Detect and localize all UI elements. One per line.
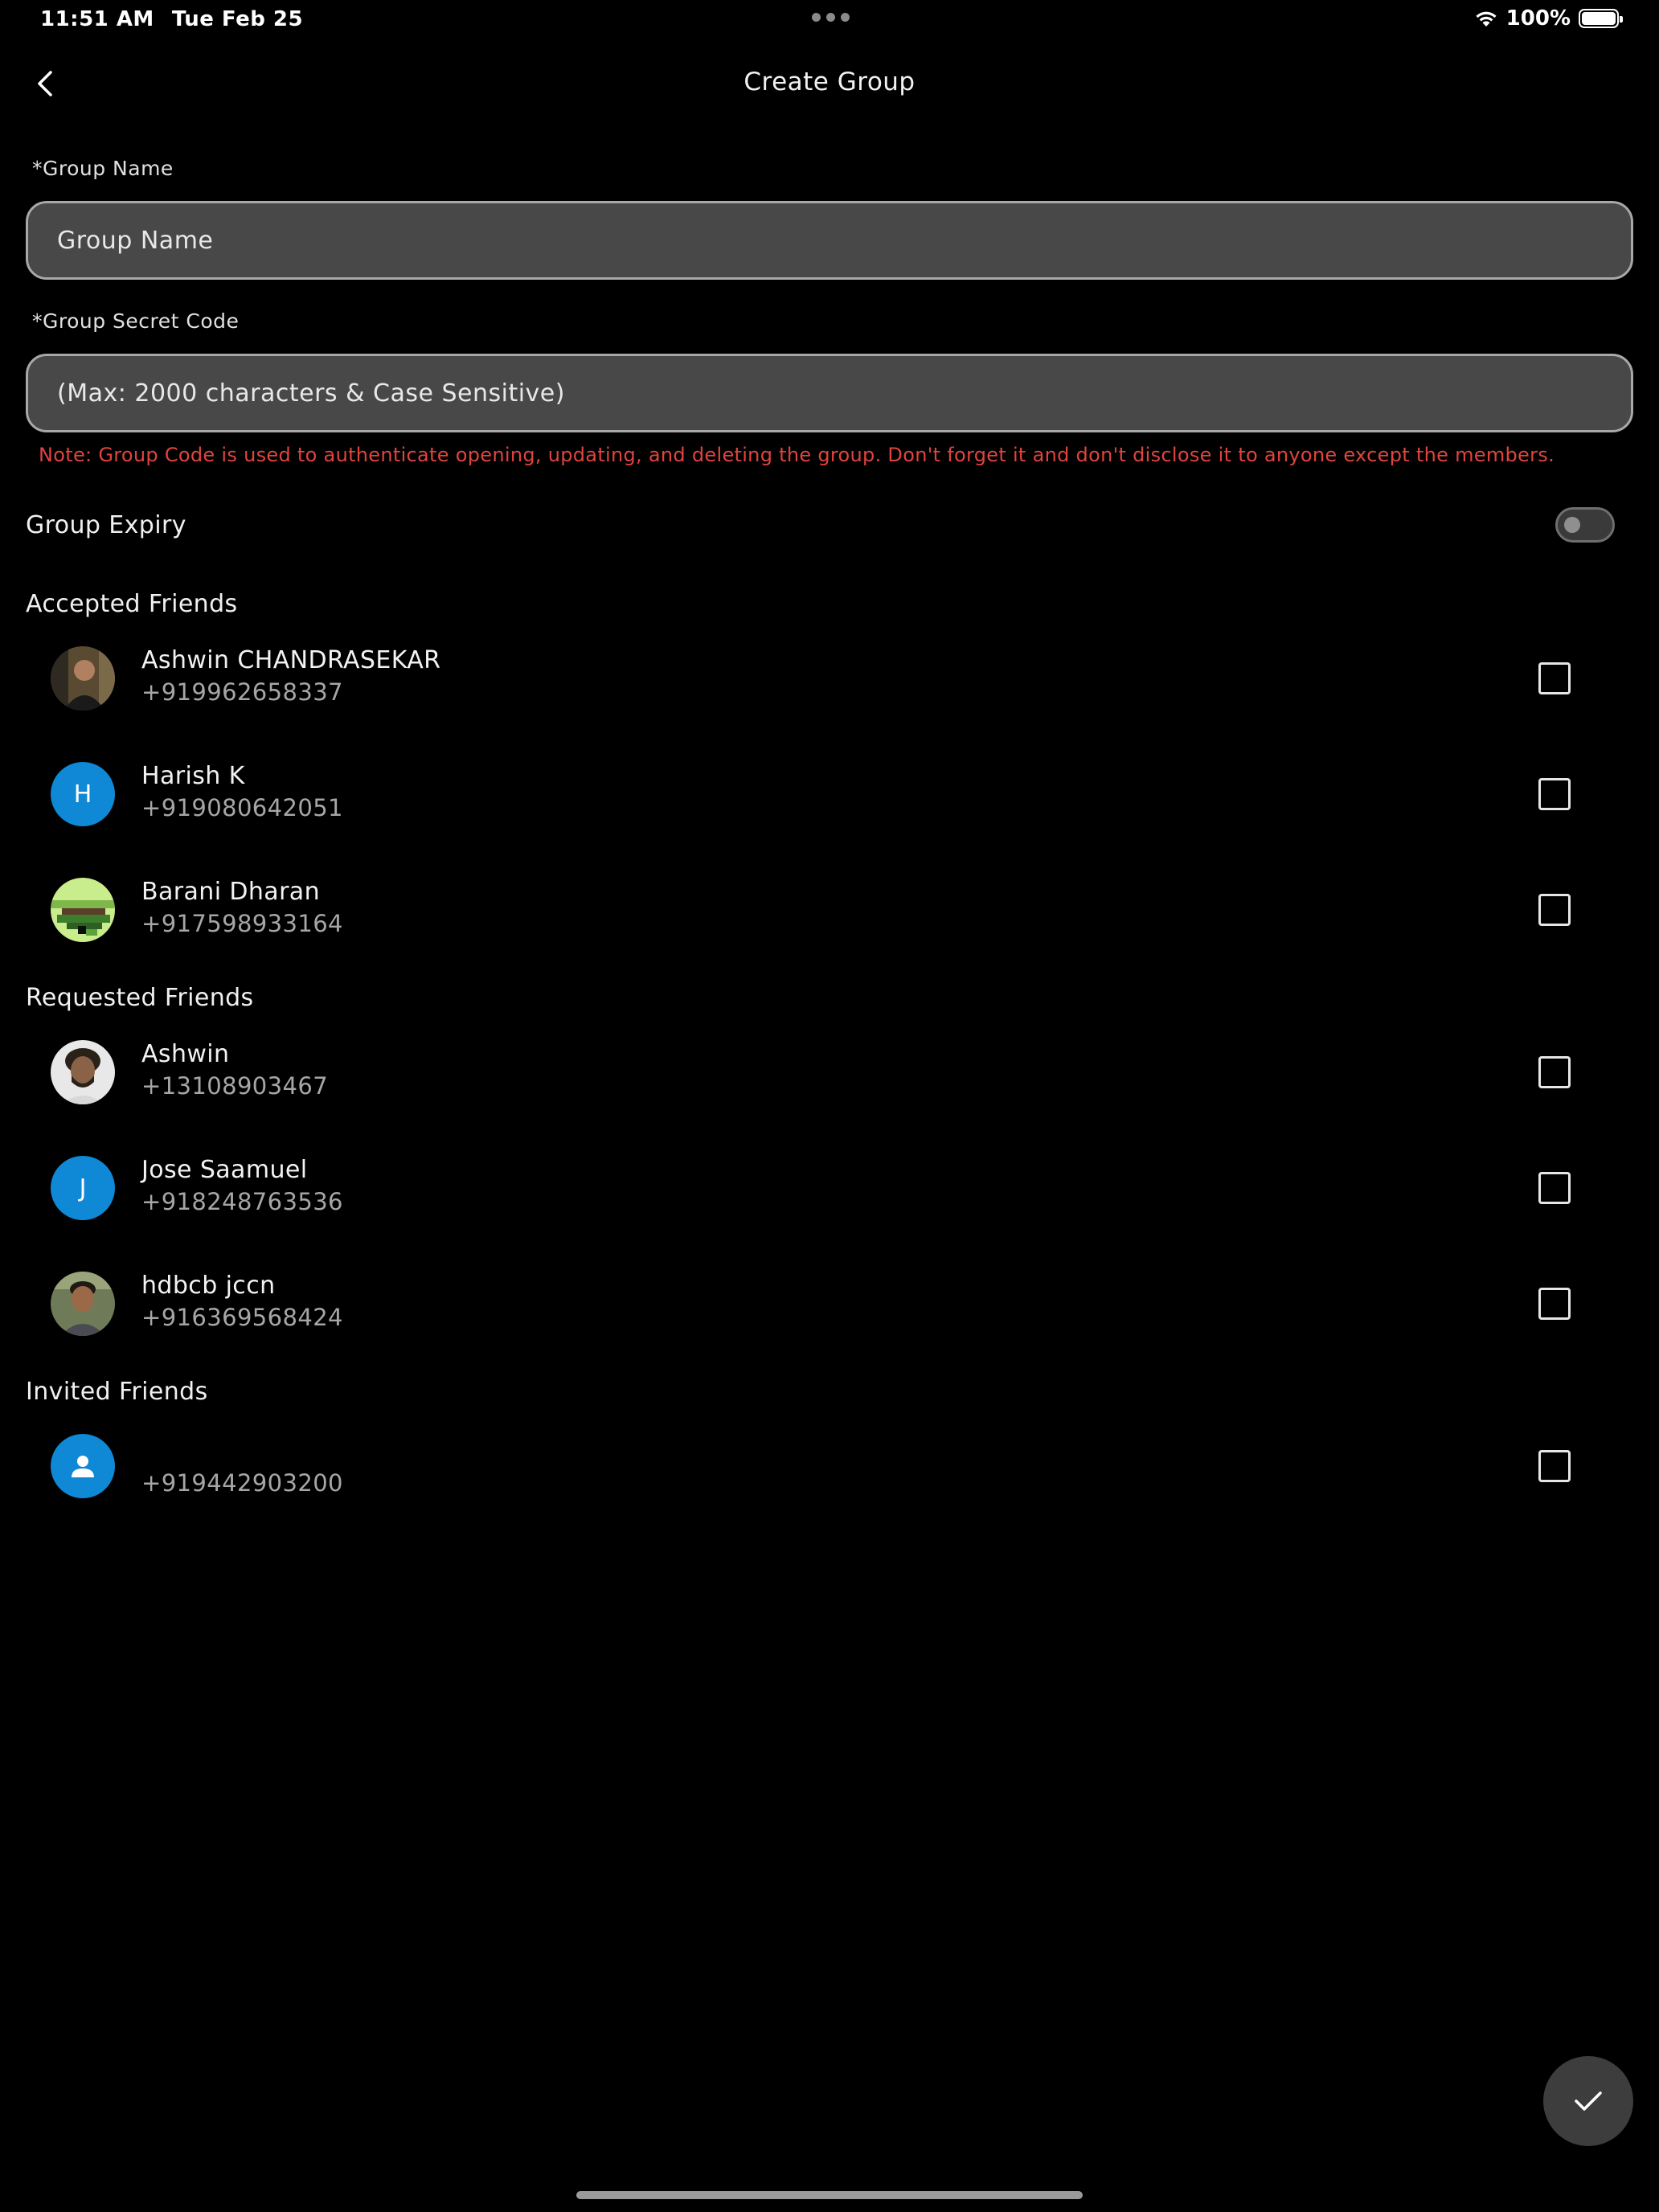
avatar: [51, 1434, 115, 1498]
avatar: [51, 878, 115, 942]
list-item[interactable]: H Harish K +919080642051: [0, 743, 1659, 847]
status-time-date: 11:51 AM Tue Feb 25: [40, 7, 303, 31]
status-time: 11:51 AM: [40, 7, 154, 31]
friend-name: Harish K: [141, 762, 245, 790]
friend-phone: +919442903200: [141, 1469, 343, 1497]
select-checkbox[interactable]: [1538, 894, 1571, 926]
secret-code-note: Note: Group Code is used to authenticate…: [39, 444, 1555, 466]
avatar: [51, 646, 115, 711]
wifi-icon: [1476, 11, 1497, 27]
friend-phone: +916369568424: [141, 1304, 343, 1331]
select-checkbox[interactable]: [1538, 1288, 1571, 1320]
friend-phone: +919962658337: [141, 678, 343, 706]
select-checkbox[interactable]: [1538, 1056, 1571, 1088]
page-title: Create Group: [743, 68, 916, 96]
secret-code-label: *Group Secret Code: [32, 309, 240, 333]
select-checkbox[interactable]: [1538, 1450, 1571, 1482]
select-checkbox[interactable]: [1538, 778, 1571, 810]
requested-friends-title: Requested Friends: [26, 984, 254, 1012]
invited-friends-title: Invited Friends: [26, 1378, 208, 1406]
group-expiry-label: Group Expiry: [26, 511, 186, 539]
status-bar: 11:51 AM Tue Feb 25 100%: [0, 0, 1659, 40]
home-indicator[interactable]: [576, 2191, 1083, 2199]
create-group-screen: 11:51 AM Tue Feb 25 100% Create Group *Gr…: [0, 0, 1659, 2212]
friend-name: hdbcb jccn: [141, 1272, 276, 1300]
friend-phone: +13108903467: [141, 1072, 329, 1100]
friend-name: Ashwin CHANDRASEKAR: [141, 646, 441, 674]
friend-name: Barani Dharan: [141, 878, 320, 906]
list-item[interactable]: Ashwin +13108903467: [0, 1021, 1659, 1125]
avatar: H: [51, 762, 115, 826]
secret-code-input[interactable]: [26, 354, 1633, 432]
avatar: [51, 1040, 115, 1104]
toggle-knob: [1564, 517, 1580, 533]
accepted-friends-title: Accepted Friends: [26, 590, 238, 618]
select-checkbox[interactable]: [1538, 662, 1571, 694]
more-dots-icon[interactable]: [812, 13, 850, 22]
group-expiry-toggle[interactable]: [1555, 507, 1615, 543]
status-indicators: 100%: [1474, 6, 1623, 31]
friend-name: Ashwin: [141, 1040, 230, 1068]
list-item[interactable]: hdbcb jccn +916369568424: [0, 1252, 1659, 1357]
checkmark-icon: [1575, 2091, 1602, 2111]
group-name-label: *Group Name: [32, 157, 174, 180]
group-name-input[interactable]: [26, 201, 1633, 280]
friend-name: Jose Saamuel: [141, 1156, 308, 1184]
status-date: Tue Feb 25: [171, 7, 304, 31]
friend-phone: +917598933164: [141, 910, 343, 937]
friend-phone: +918248763536: [141, 1188, 343, 1215]
battery-icon: [1579, 9, 1623, 28]
friend-phone: +919080642051: [141, 794, 343, 821]
list-item[interactable]: J Jose Saamuel +918248763536: [0, 1137, 1659, 1241]
list-item[interactable]: +919442903200: [0, 1415, 1659, 1519]
person-icon: [72, 1456, 94, 1477]
select-checkbox[interactable]: [1538, 1172, 1571, 1204]
confirm-create-button[interactable]: [1543, 2056, 1633, 2146]
battery-percent: 100%: [1505, 6, 1571, 31]
avatar: [51, 1272, 115, 1336]
list-item[interactable]: Ashwin CHANDRASEKAR +919962658337: [0, 627, 1659, 731]
avatar: J: [51, 1156, 115, 1220]
app-header: Create Group: [0, 50, 1659, 119]
list-item[interactable]: Barani Dharan +917598933164: [0, 858, 1659, 963]
